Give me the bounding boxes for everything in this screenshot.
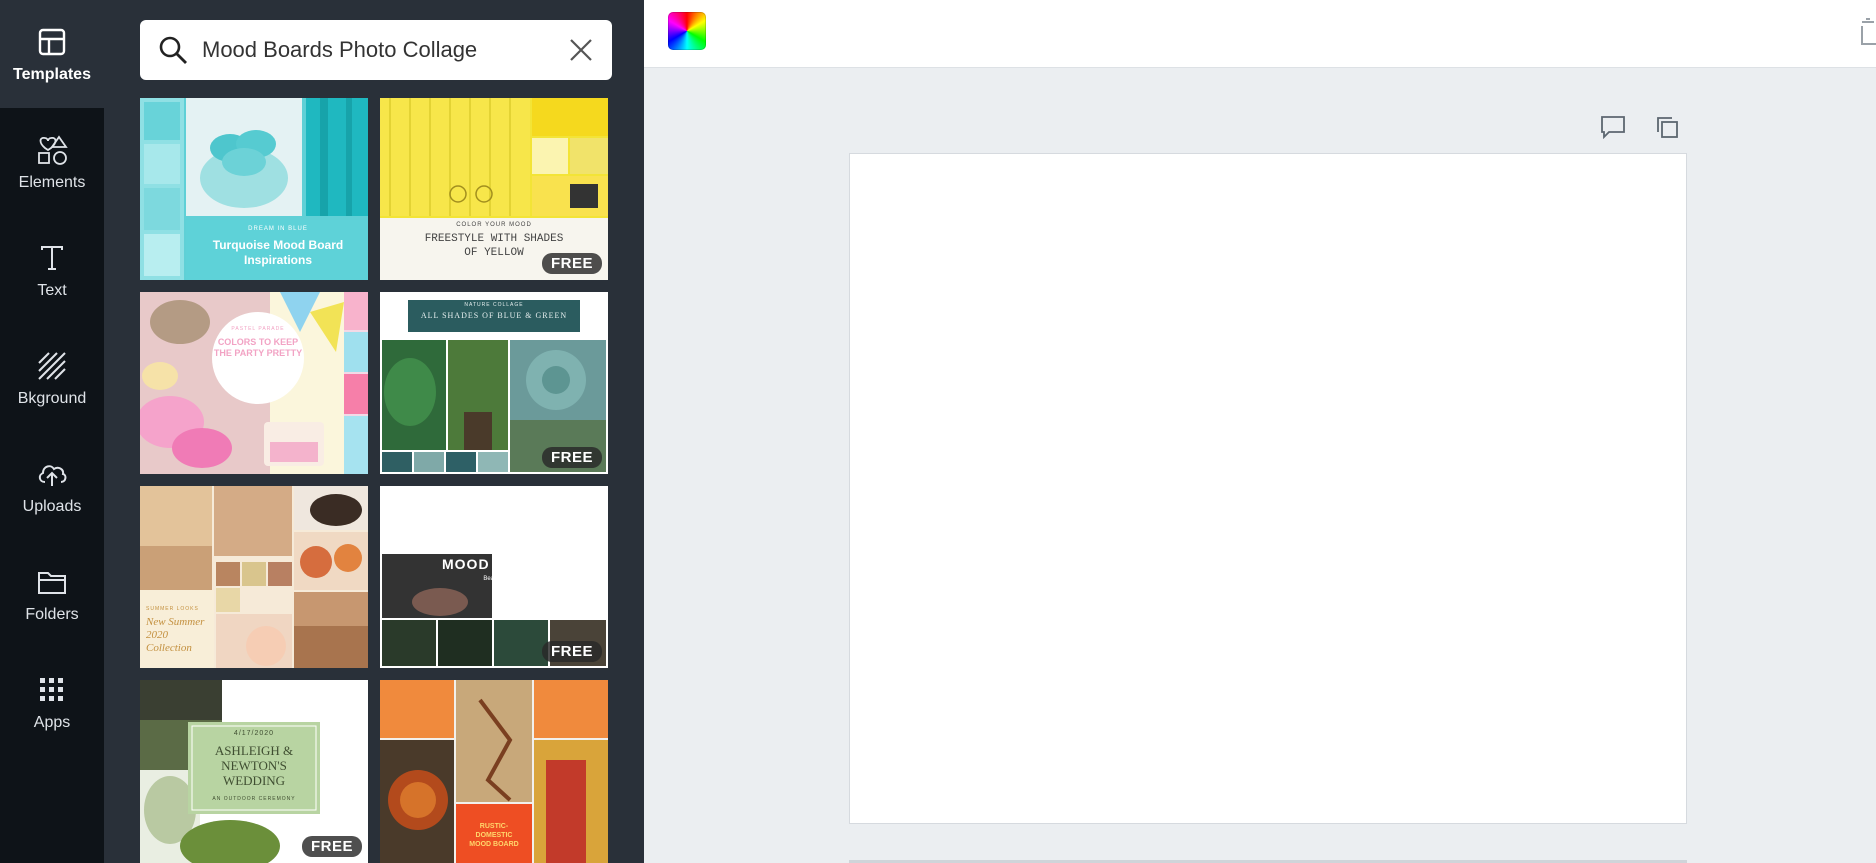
template-kicker: DREAM IN BLUE <box>248 226 308 232</box>
duplicate-page-button[interactable] <box>1652 112 1682 142</box>
rail-label: Elements <box>18 173 86 191</box>
left-rail: Templates Elements Text Bkground Uploads <box>0 0 104 863</box>
template-heading: ASHLEIGH & NEWTON'S WEDDING <box>214 743 294 788</box>
template-kicker: COLOR YOUR MOOD <box>456 222 532 228</box>
page-tools <box>1652 112 1682 142</box>
free-badge: FREE <box>541 447 602 468</box>
search-icon <box>159 36 187 64</box>
template-thumbnail[interactable]: MOOD Beauty FREE <box>380 486 608 668</box>
app: Templates Elements Text Bkground Uploads <box>0 0 1876 863</box>
apps-icon <box>35 673 69 707</box>
duplicate-icon <box>1657 117 1678 138</box>
design-canvas[interactable] <box>849 153 1687 824</box>
free-badge: FREE <box>541 641 602 662</box>
template-title: MOOD Beauty <box>442 556 502 582</box>
template-heading: ALL SHADES OF BLUE & GREEN <box>420 311 568 320</box>
template-title: PASTEL PARADE COLORS TO KEEP THE PARTY P… <box>212 326 304 359</box>
free-badge: FREE <box>541 253 602 274</box>
add-comment-button[interactable] <box>1598 112 1628 142</box>
rail-label: Folders <box>25 605 79 623</box>
uploads-icon <box>35 457 69 491</box>
template-heading: COLORS TO KEEP THE PARTY PRETTY <box>213 337 303 358</box>
rail-item-uploads[interactable]: Uploads <box>0 432 104 540</box>
template-thumbnail[interactable]: RUSTIC-DOMESTIC MOOD BOARD <box>380 680 608 863</box>
text-icon <box>35 241 69 275</box>
template-title: NATURE COLLAGE ALL SHADES OF BLUE & GREE… <box>408 302 580 320</box>
rail-item-text[interactable]: Text <box>0 216 104 324</box>
templates-panel: DREAM IN BLUE Turquoise Mood Board Inspi… <box>104 0 644 863</box>
comment-icon <box>1601 116 1625 139</box>
free-badge: FREE <box>301 836 362 857</box>
template-thumbnail[interactable]: PASTEL PARADE COLORS TO KEEP THE PARTY P… <box>140 292 368 474</box>
rail-item-templates[interactable]: Templates <box>0 0 104 108</box>
template-thumbnail[interactable]: SUMMER LOOKS New Summer 2020 Collection <box>140 486 368 668</box>
template-thumbnail[interactable]: COLOR YOUR MOOD FREESTYLE WITH SHADES OF… <box>380 98 608 280</box>
template-thumbnail[interactable]: 4/17/2020 ASHLEIGH & NEWTON'S WEDDING AN… <box>140 680 368 863</box>
clear-search-icon[interactable] <box>568 37 594 63</box>
color-picker-button[interactable] <box>668 12 706 50</box>
trash-icon[interactable] <box>1852 14 1876 48</box>
rail-item-background[interactable]: Bkground <box>0 324 104 432</box>
rail-label: Bkground <box>17 389 87 407</box>
template-kicker: SUMMER LOOKS <box>146 606 199 612</box>
templates-icon <box>35 25 69 59</box>
rail-label: Templates <box>13 65 91 83</box>
folder-icon <box>35 565 69 599</box>
rail-item-elements[interactable]: Elements <box>0 108 104 216</box>
template-kicker: AN OUTDOOR CEREMONY <box>212 796 296 802</box>
editor-area <box>644 0 1876 863</box>
rail-item-folders[interactable]: Folders <box>0 540 104 648</box>
template-title: SUMMER LOOKS New Summer 2020 Collection <box>146 606 212 655</box>
template-kicker: Beauty <box>483 576 502 582</box>
rail-label: Text <box>37 281 67 299</box>
search-box <box>140 20 612 80</box>
background-icon <box>35 349 69 383</box>
template-title: 4/17/2020 ASHLEIGH & NEWTON'S WEDDING AN… <box>188 730 320 802</box>
template-date: 4/17/2020 <box>233 730 275 737</box>
template-heading: MOOD <box>442 556 490 572</box>
rail-label: Uploads <box>22 497 82 515</box>
template-title: DREAM IN BLUE Turquoise Mood Board Inspi… <box>194 226 362 268</box>
template-preview <box>140 292 368 474</box>
template-thumbnail[interactable]: DREAM IN BLUE Turquoise Mood Board Inspi… <box>140 98 368 280</box>
template-kicker: NATURE COLLAGE <box>464 302 524 308</box>
search-input[interactable] <box>202 37 568 63</box>
template-title: RUSTIC-DOMESTIC MOOD BOARD <box>466 822 522 849</box>
template-kicker: PASTEL PARADE <box>231 326 285 332</box>
rail-label: Apps <box>33 713 71 731</box>
editor-toolbar <box>644 0 1876 68</box>
elements-icon <box>35 133 69 167</box>
page-tools <box>1598 112 1628 142</box>
template-heading: Turquoise Mood Board Inspirations <box>212 238 344 267</box>
template-heading: RUSTIC-DOMESTIC MOOD BOARD <box>469 823 519 848</box>
template-heading: New Summer 2020 Collection <box>146 616 205 654</box>
template-thumbnail[interactable]: NATURE COLLAGE ALL SHADES OF BLUE & GREE… <box>380 292 608 474</box>
rail-item-apps[interactable]: Apps <box>0 648 104 756</box>
